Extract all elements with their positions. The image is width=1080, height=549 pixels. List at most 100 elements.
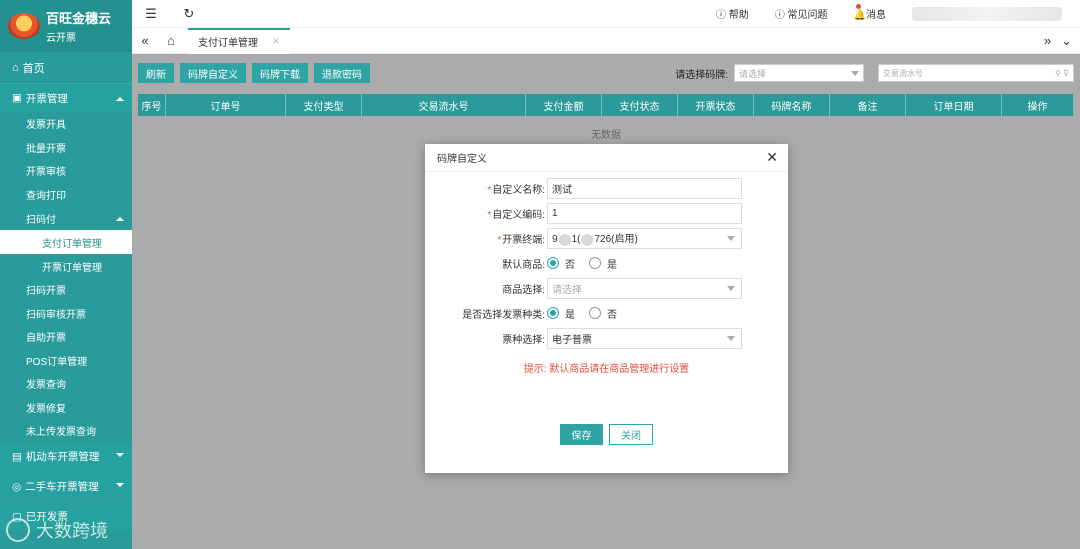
radio-label: 否 — [607, 309, 617, 321]
search-icon[interactable]: ⚲ ⊽ — [1055, 69, 1069, 78]
topbar: ☰ ↻ ⓘ 帮助 ⓘ 常见问题 🔔消息 — [132, 0, 1080, 28]
terminal-label: *开票终端: — [425, 231, 547, 246]
dialog-header: 码牌自定义 ✕ — [425, 144, 788, 172]
watermark-text: 大数跨境 — [36, 521, 108, 541]
faq-link[interactable]: ⓘ 常见问题 — [775, 6, 828, 21]
menu-toggle-icon[interactable]: ☰ — [132, 6, 170, 22]
choose-type-no-radio[interactable]: 否 — [589, 306, 617, 321]
sidebar-item-label: 首页 — [22, 62, 45, 75]
form-row-terminal: *开票终端: 9 1(726(启用) — [425, 227, 788, 249]
code-select-placeholder: 请选择 — [739, 68, 767, 79]
user-info-blurred[interactable] — [912, 6, 1062, 21]
sidebar-group-used-car[interactable]: ◎ 二手车开票管理 — [0, 472, 132, 501]
radio-circle — [589, 307, 601, 319]
code-label: *自定义编码: — [425, 206, 547, 221]
default-goods-radios: 否 是 — [547, 256, 617, 271]
refund-password-button[interactable]: 退款密码 — [314, 63, 370, 83]
col-header: 支付金额 — [526, 94, 602, 116]
col-header: 码牌名称 — [754, 94, 830, 116]
brand-name: 百旺金穗云 — [46, 11, 112, 26]
sidebar-item-scan-invoice[interactable]: 扫码开票 — [0, 278, 132, 302]
sidebar-item-review[interactable]: 开票审核 — [0, 159, 132, 183]
choose-type-radios: 是 否 — [547, 306, 617, 321]
redacted-blur — [581, 233, 594, 246]
sidebar-item-print[interactable]: 查询打印 — [0, 183, 132, 207]
refresh-button[interactable]: 刷新 — [138, 63, 174, 83]
messages-link[interactable]: 🔔消息 — [854, 4, 886, 21]
col-header: 交易流水号 — [362, 94, 526, 116]
choose-type-label: 是否选择发票种类: — [462, 309, 545, 321]
refresh-icon[interactable]: ↻ — [170, 6, 208, 22]
tabs-scroll-right-icon[interactable]: » — [1044, 33, 1051, 49]
chevron-up-icon — [116, 92, 124, 104]
chevron-down-icon — [727, 235, 735, 241]
sidebar-item-issue[interactable]: 发票开具 — [0, 112, 132, 136]
sidebar-item-invoice-orders[interactable]: 开票订单管理 — [0, 254, 132, 278]
col-header: 操作 — [1002, 94, 1074, 116]
form-row-choose-type: 是否选择发票种类: 是 否 — [425, 302, 788, 324]
car-icon: ◎ — [12, 480, 22, 493]
help-link[interactable]: ⓘ 帮助 — [716, 6, 749, 21]
sidebar-item-home[interactable]: ⌂ 首页 — [0, 52, 132, 84]
sidebar-item-scan-pay[interactable]: 扫码付 — [0, 206, 132, 230]
col-header: 备注 — [830, 94, 906, 116]
col-header: 订单日期 — [906, 94, 1002, 116]
chevron-down-icon — [116, 449, 124, 464]
serial-search-input[interactable]: 交易流水号 ⚲ ⊽ — [878, 64, 1074, 82]
goods-select[interactable]: 请选择 — [547, 277, 742, 299]
sidebar-item-invoice-query[interactable]: 发票查询 — [0, 372, 132, 396]
sidebar-item-unuploaded[interactable]: 未上传发票查询 — [0, 419, 132, 443]
home-tab-icon[interactable]: ⌂ — [158, 33, 184, 48]
col-header: 序号 — [138, 94, 166, 116]
watermark: 大数跨境 — [6, 517, 108, 543]
goods-select-label: 商品选择: — [502, 284, 545, 296]
table-header: 序号 订单号 支付类型 交易流水号 支付金额 支付状态 开票状态 码牌名称 备注… — [138, 94, 1074, 116]
chevron-down-icon — [727, 335, 735, 341]
close-button[interactable]: 关闭 — [609, 424, 653, 445]
sidebar-item-batch[interactable]: 批量开票 — [0, 136, 132, 160]
default-goods-yes-radio[interactable]: 是 — [589, 256, 617, 271]
terminal-select[interactable]: 9 1(726(启用) — [547, 227, 742, 249]
close-icon[interactable]: ✕ — [766, 149, 778, 166]
ticket-type-label: 票种选择: — [502, 334, 545, 346]
form-row-goods-select: 商品选择: 请选择 — [425, 277, 788, 299]
sidebar-group-label: 开票管理 — [25, 92, 68, 105]
sidebar-item-pos-orders[interactable]: POS订单管理 — [0, 349, 132, 373]
code-input[interactable]: 1 — [547, 202, 742, 224]
radio-circle — [547, 307, 559, 319]
sidebar-item-self-service[interactable]: 自助开票 — [0, 325, 132, 349]
name-label-text: 自定义名称: — [492, 184, 545, 196]
col-header: 开票状态 — [678, 94, 754, 116]
default-goods-label: 默认商品: — [502, 259, 545, 271]
name-input[interactable]: 测试 — [547, 177, 742, 199]
home-icon: ⌂ — [12, 61, 19, 74]
ticket-type-select[interactable]: 电子普票 — [547, 327, 742, 349]
choose-type-yes-radio[interactable]: 是 — [547, 306, 575, 321]
sidebar-item-pay-orders[interactable]: 支付订单管理 — [0, 230, 132, 254]
redacted-blur — [558, 233, 571, 246]
save-button[interactable]: 保存 — [560, 424, 603, 445]
download-code-button[interactable]: 码牌下载 — [252, 63, 308, 83]
terminal-value: 9 1(726(启用) — [552, 230, 638, 246]
close-icon[interactable]: ✕ — [272, 36, 280, 47]
tabs-scroll-left-icon[interactable]: « — [132, 33, 158, 48]
col-header: 订单号 — [166, 94, 286, 116]
form-row-ticket-type: 票种选择: 电子普票 — [425, 327, 788, 349]
required-mark: * — [497, 234, 502, 246]
code-select[interactable]: 请选择 — [734, 64, 864, 82]
chevron-down-icon — [727, 285, 735, 291]
form-row-default-goods: 默认商品: 否 是 — [425, 252, 788, 274]
chevron-down-icon[interactable]: ⌄ — [1061, 33, 1072, 49]
vehicle-icon: ▤ — [12, 450, 22, 463]
sidebar-item-invoice-repair[interactable]: 发票修复 — [0, 396, 132, 420]
default-goods-no-radio[interactable]: 否 — [547, 256, 575, 271]
chevron-down-icon — [116, 479, 124, 494]
tab-pay-orders[interactable]: 支付订单管理 ✕ — [188, 27, 290, 54]
custom-code-button[interactable]: 码牌自定义 — [180, 63, 246, 83]
sidebar-group-vehicle[interactable]: ▤ 机动车开票管理 — [0, 442, 132, 471]
sidebar-group-invoice[interactable]: ▣ 开票管理 — [0, 84, 132, 112]
terminal-mid: 1( — [571, 234, 581, 246]
invoice-icon: ▣ — [12, 92, 22, 104]
brand-logo-icon — [8, 13, 40, 39]
sidebar-item-scan-review[interactable]: 扫码审核开票 — [0, 302, 132, 326]
